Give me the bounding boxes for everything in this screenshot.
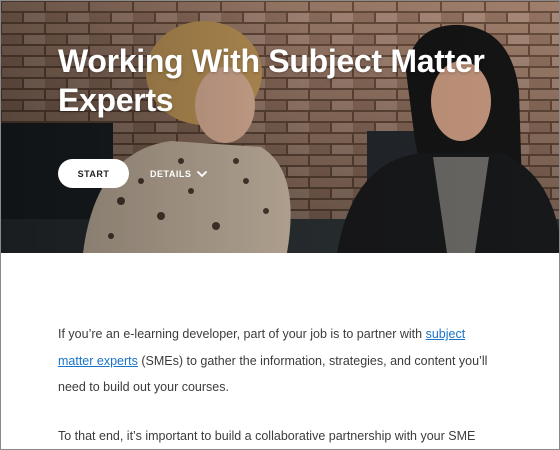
intro-text-before: If you’re an e-learning developer, part …: [58, 327, 426, 341]
start-button[interactable]: START: [58, 159, 129, 188]
chevron-down-icon: [197, 171, 208, 177]
intro-paragraph: If you’re an e-learning developer, part …: [58, 321, 498, 401]
course-page: Working With Subject Matter Experts STAR…: [0, 0, 560, 450]
details-toggle[interactable]: DETAILS: [150, 166, 208, 182]
partnership-paragraph: To that end, it’s important to build a c…: [58, 428, 476, 443]
details-label: DETAILS: [150, 169, 192, 179]
course-hero: Working With Subject Matter Experts STAR…: [1, 1, 559, 253]
hero-overlay: [1, 1, 559, 253]
course-title: Working With Subject Matter Experts: [58, 43, 485, 118]
lesson-body: If you’re an e-learning developer, part …: [58, 321, 498, 449]
